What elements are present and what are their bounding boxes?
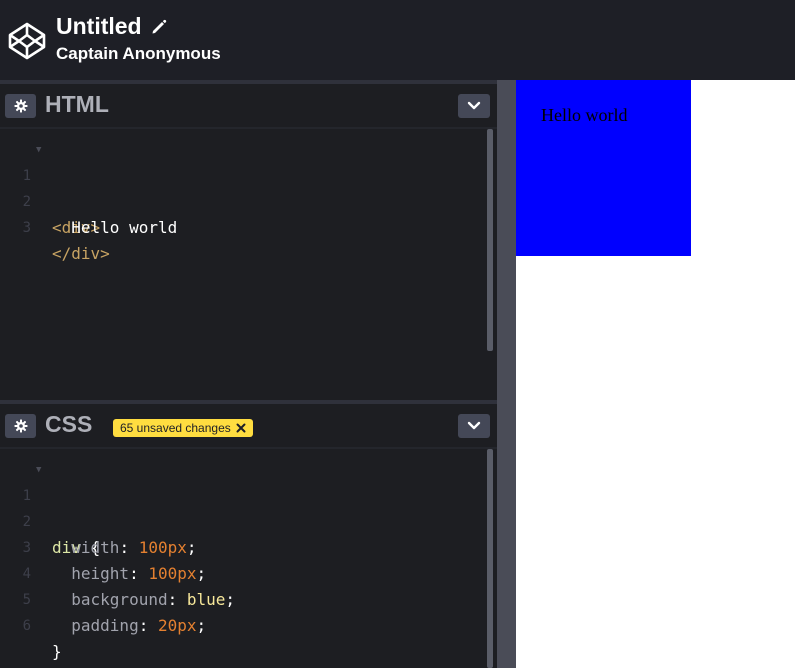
html-pane-header: HTML <box>0 84 497 129</box>
author-name[interactable]: Captain Anonymous <box>56 44 221 64</box>
code-line: 1 ▼ <div> <box>0 137 486 237</box>
html-editor-pane: HTML 1 ▼ <div> 2 Hello world 3 </div> <box>0 84 497 400</box>
code-line: 1 ▼ div { <box>0 457 486 557</box>
fold-arrow-icon[interactable]: ▼ <box>36 137 41 163</box>
code-line: 5 padding: 20px; <box>0 561 486 635</box>
html-code-area[interactable]: 1 ▼ <div> 2 Hello world 3 </div> <box>0 137 486 263</box>
code-text: } <box>52 642 62 661</box>
preview-blue-box: Hello world <box>516 80 691 256</box>
title-row: Untitled <box>56 11 168 41</box>
css-editor-pane: CSS 65 unsaved changes 1 ▼ div { 2 width… <box>0 404 497 668</box>
resize-divider[interactable] <box>497 80 516 668</box>
chevron-down-icon <box>467 421 481 430</box>
css-property: padding <box>52 616 139 635</box>
top-bar: Untitled Captain Anonymous <box>0 0 795 80</box>
gear-icon <box>14 419 27 433</box>
html-settings-button[interactable] <box>5 94 36 118</box>
css-code-area[interactable]: 1 ▼ div { 2 width: 100px; 3 height: 100p… <box>0 457 486 661</box>
badge-label: 65 unsaved changes <box>120 421 231 435</box>
pencil-icon[interactable] <box>150 18 168 36</box>
code-line: 4 background: blue; <box>0 535 486 609</box>
css-value: 20px <box>157 616 197 635</box>
codepen-logo-icon[interactable] <box>7 21 47 61</box>
line-number: 3 <box>22 220 31 236</box>
css-settings-button[interactable] <box>5 414 36 438</box>
css-scrollbar[interactable] <box>487 449 493 668</box>
code-line: 2 width: 100px; <box>0 483 486 557</box>
code-line: 3 </div> <box>0 189 486 263</box>
pen-title[interactable]: Untitled <box>56 13 142 40</box>
html-pane-title: HTML <box>45 91 109 117</box>
code-line: 2 Hello world <box>0 163 486 237</box>
fold-arrow-icon[interactable]: ▼ <box>36 457 41 483</box>
preview-pane[interactable]: Hello world <box>516 80 795 668</box>
html-scrollbar[interactable] <box>487 129 493 351</box>
preview-text: Hello world <box>541 105 628 125</box>
code-line: 6 } <box>0 587 486 661</box>
gear-icon <box>14 99 27 113</box>
unsaved-changes-badge[interactable]: 65 unsaved changes <box>113 419 253 437</box>
code-text: Hello world <box>52 218 178 237</box>
css-pane-title: CSS <box>45 411 93 437</box>
chevron-down-icon <box>467 101 481 110</box>
css-colon: : <box>138 616 158 635</box>
code-text: </div> <box>52 244 110 263</box>
html-collapse-button[interactable] <box>458 94 490 118</box>
line-number: 6 <box>22 618 31 634</box>
code-text: padding: 20px; <box>52 613 206 639</box>
css-semicolon: ; <box>196 616 207 635</box>
close-icon[interactable] <box>236 423 246 433</box>
css-pane-header: CSS 65 unsaved changes <box>0 404 497 449</box>
css-collapse-button[interactable] <box>458 414 490 438</box>
code-line: 3 height: 100px; <box>0 509 486 583</box>
